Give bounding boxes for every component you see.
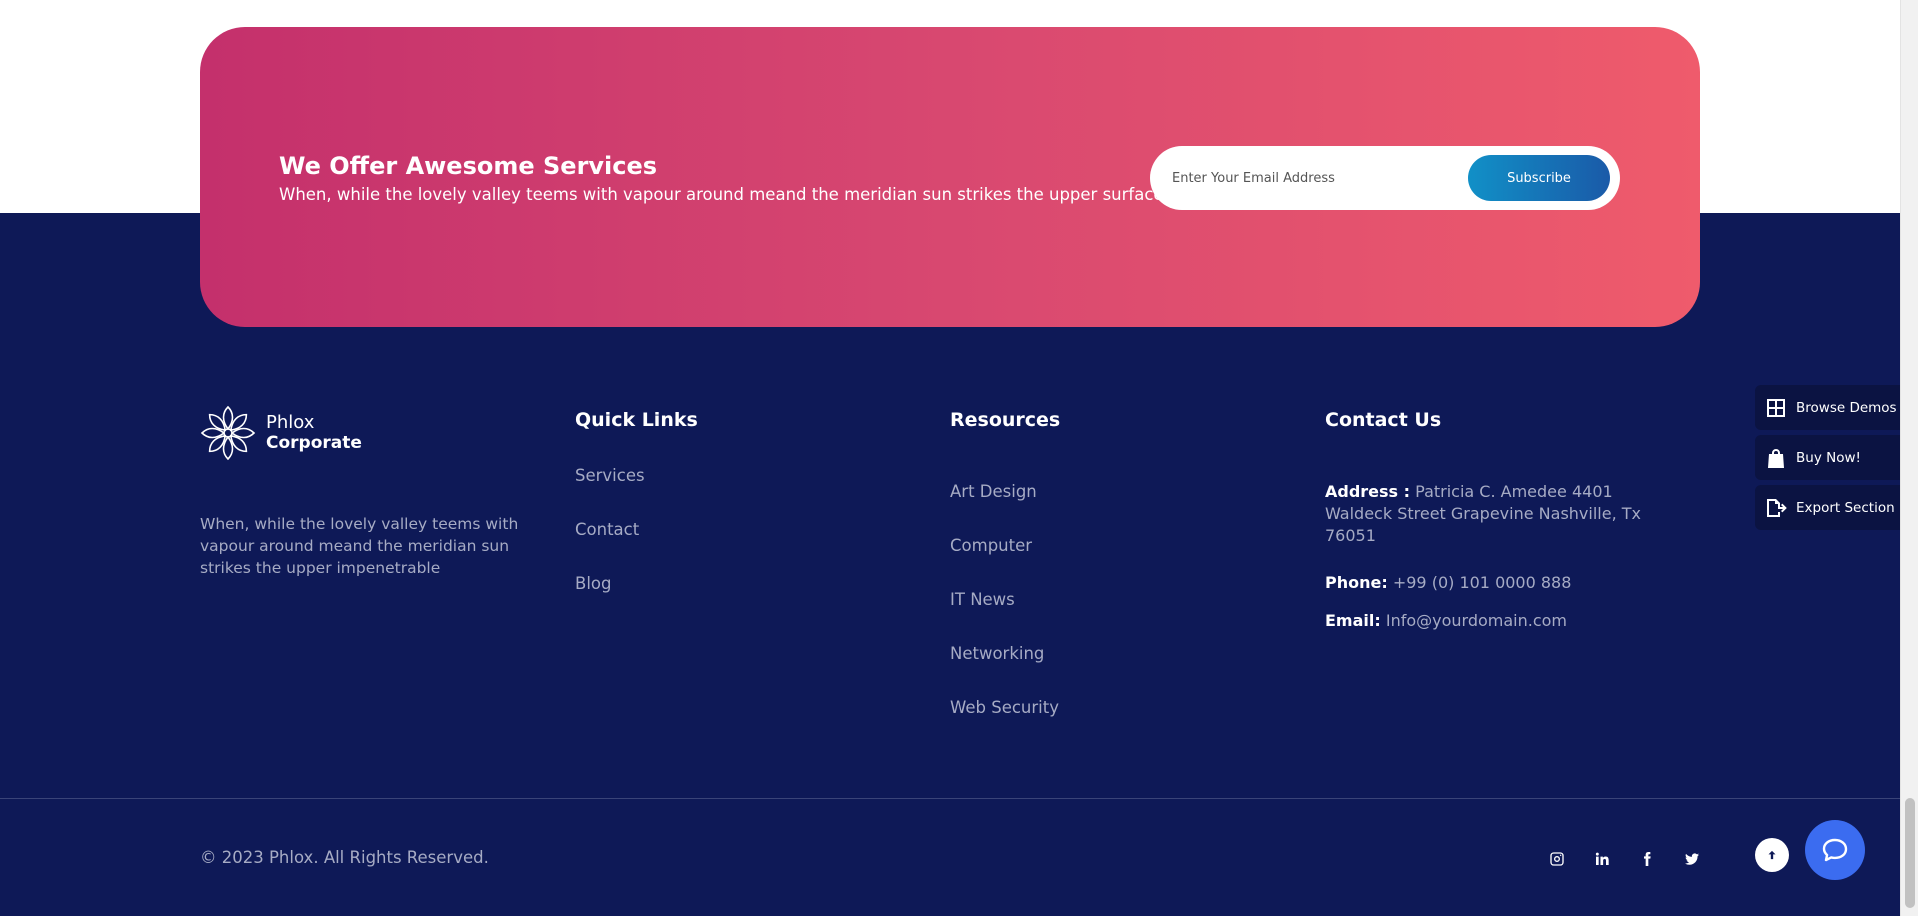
footer-resources: Resources Art Design Computer IT News Ne… [950,405,1061,717]
quick-links-title: Quick Links [575,409,698,431]
scrollbar-thumb[interactable] [1905,798,1915,908]
quick-links-list: Services Contact Blog [575,465,645,627]
list-item: Computer [950,535,1059,589]
resources-list: Art Design Computer IT News Networking W… [950,481,1059,751]
list-item: Networking [950,643,1059,697]
buy-now-label: Buy Now! [1796,449,1861,466]
cta-title: We Offer Awesome Services [279,152,658,180]
brand-wordmark: Phlox Corporate [266,412,362,454]
instagram-icon[interactable] [1546,848,1568,870]
list-item: Blog [575,573,645,627]
email-input[interactable] [1172,160,1452,196]
browse-demos-button[interactable]: Browse Demos [1755,385,1900,430]
link-computer[interactable]: Computer [950,535,1059,589]
phone-value[interactable]: +99 (0) 101 0000 888 [1393,573,1572,592]
link-art-design[interactable]: Art Design [950,481,1059,535]
link-contact[interactable]: Contact [575,519,645,573]
contact-address: Address : Patricia C. Amedee 4401 Waldec… [1325,481,1665,547]
browse-demos-label: Browse Demos [1796,399,1897,416]
list-item: Services [575,465,645,519]
about-text: When, while the lovely valley teems with… [200,515,519,577]
list-item: IT News [950,589,1059,643]
brand-tagline: Corporate [266,433,362,453]
list-item: Art Design [950,481,1059,535]
contact-title: Contact Us [1325,409,1442,431]
footer-contact: Contact Us Address : Patricia C. Amedee … [1325,405,1665,630]
chat-bubble-icon [1822,838,1848,862]
link-web-security[interactable]: Web Security [950,697,1059,751]
link-networking[interactable]: Networking [950,643,1059,697]
resources-title: Resources [950,409,1061,431]
footer-divider [0,798,1900,799]
cta-banner: We Offer Awesome Services When, while th… [200,27,1700,327]
cta-subtitle: When, while the lovely valley teems with… [279,185,1183,204]
grid-icon [1765,397,1787,419]
contact-email: Email: Info@yourdomain.com [1325,610,1567,632]
page-scrollbar[interactable] [1900,0,1918,916]
chat-button[interactable] [1805,820,1865,880]
buy-now-button[interactable]: Buy Now! [1755,435,1900,480]
email-label: Email: [1325,611,1381,630]
list-item: Web Security [950,697,1059,751]
facebook-icon[interactable] [1636,848,1658,870]
brand-logo[interactable]: Phlox Corporate [200,405,530,461]
address-label: Address : [1325,482,1411,501]
brand-name: Phlox [266,412,315,433]
link-it-news[interactable]: IT News [950,589,1059,643]
link-services[interactable]: Services [575,465,645,519]
newsletter-form: Subscribe [1150,146,1620,210]
footer-about: Phlox Corporate When, while the lovely v… [200,405,530,577]
contact-phone: Phone: +99 (0) 101 0000 888 [1325,572,1571,594]
shopping-bag-icon [1765,447,1787,469]
linkedin-icon[interactable] [1591,848,1613,870]
twitter-icon[interactable] [1681,848,1703,870]
arrow-up-icon [1768,850,1776,860]
copyright-text: © 2023 Phlox. All Rights Reserved. [200,848,489,867]
export-section-label: Export Section [1796,499,1895,516]
export-file-icon [1765,497,1787,519]
export-section-button[interactable]: Export Section [1755,485,1900,530]
footer-quick-links: Quick Links Services Contact Blog [575,405,698,593]
scroll-to-top-button[interactable] [1755,838,1789,872]
phone-label: Phone: [1325,573,1388,592]
subscribe-button[interactable]: Subscribe [1468,155,1610,201]
link-blog[interactable]: Blog [575,573,645,627]
lotus-logo-icon [200,405,256,461]
email-value[interactable]: Info@yourdomain.com [1386,611,1567,630]
list-item: Contact [575,519,645,573]
